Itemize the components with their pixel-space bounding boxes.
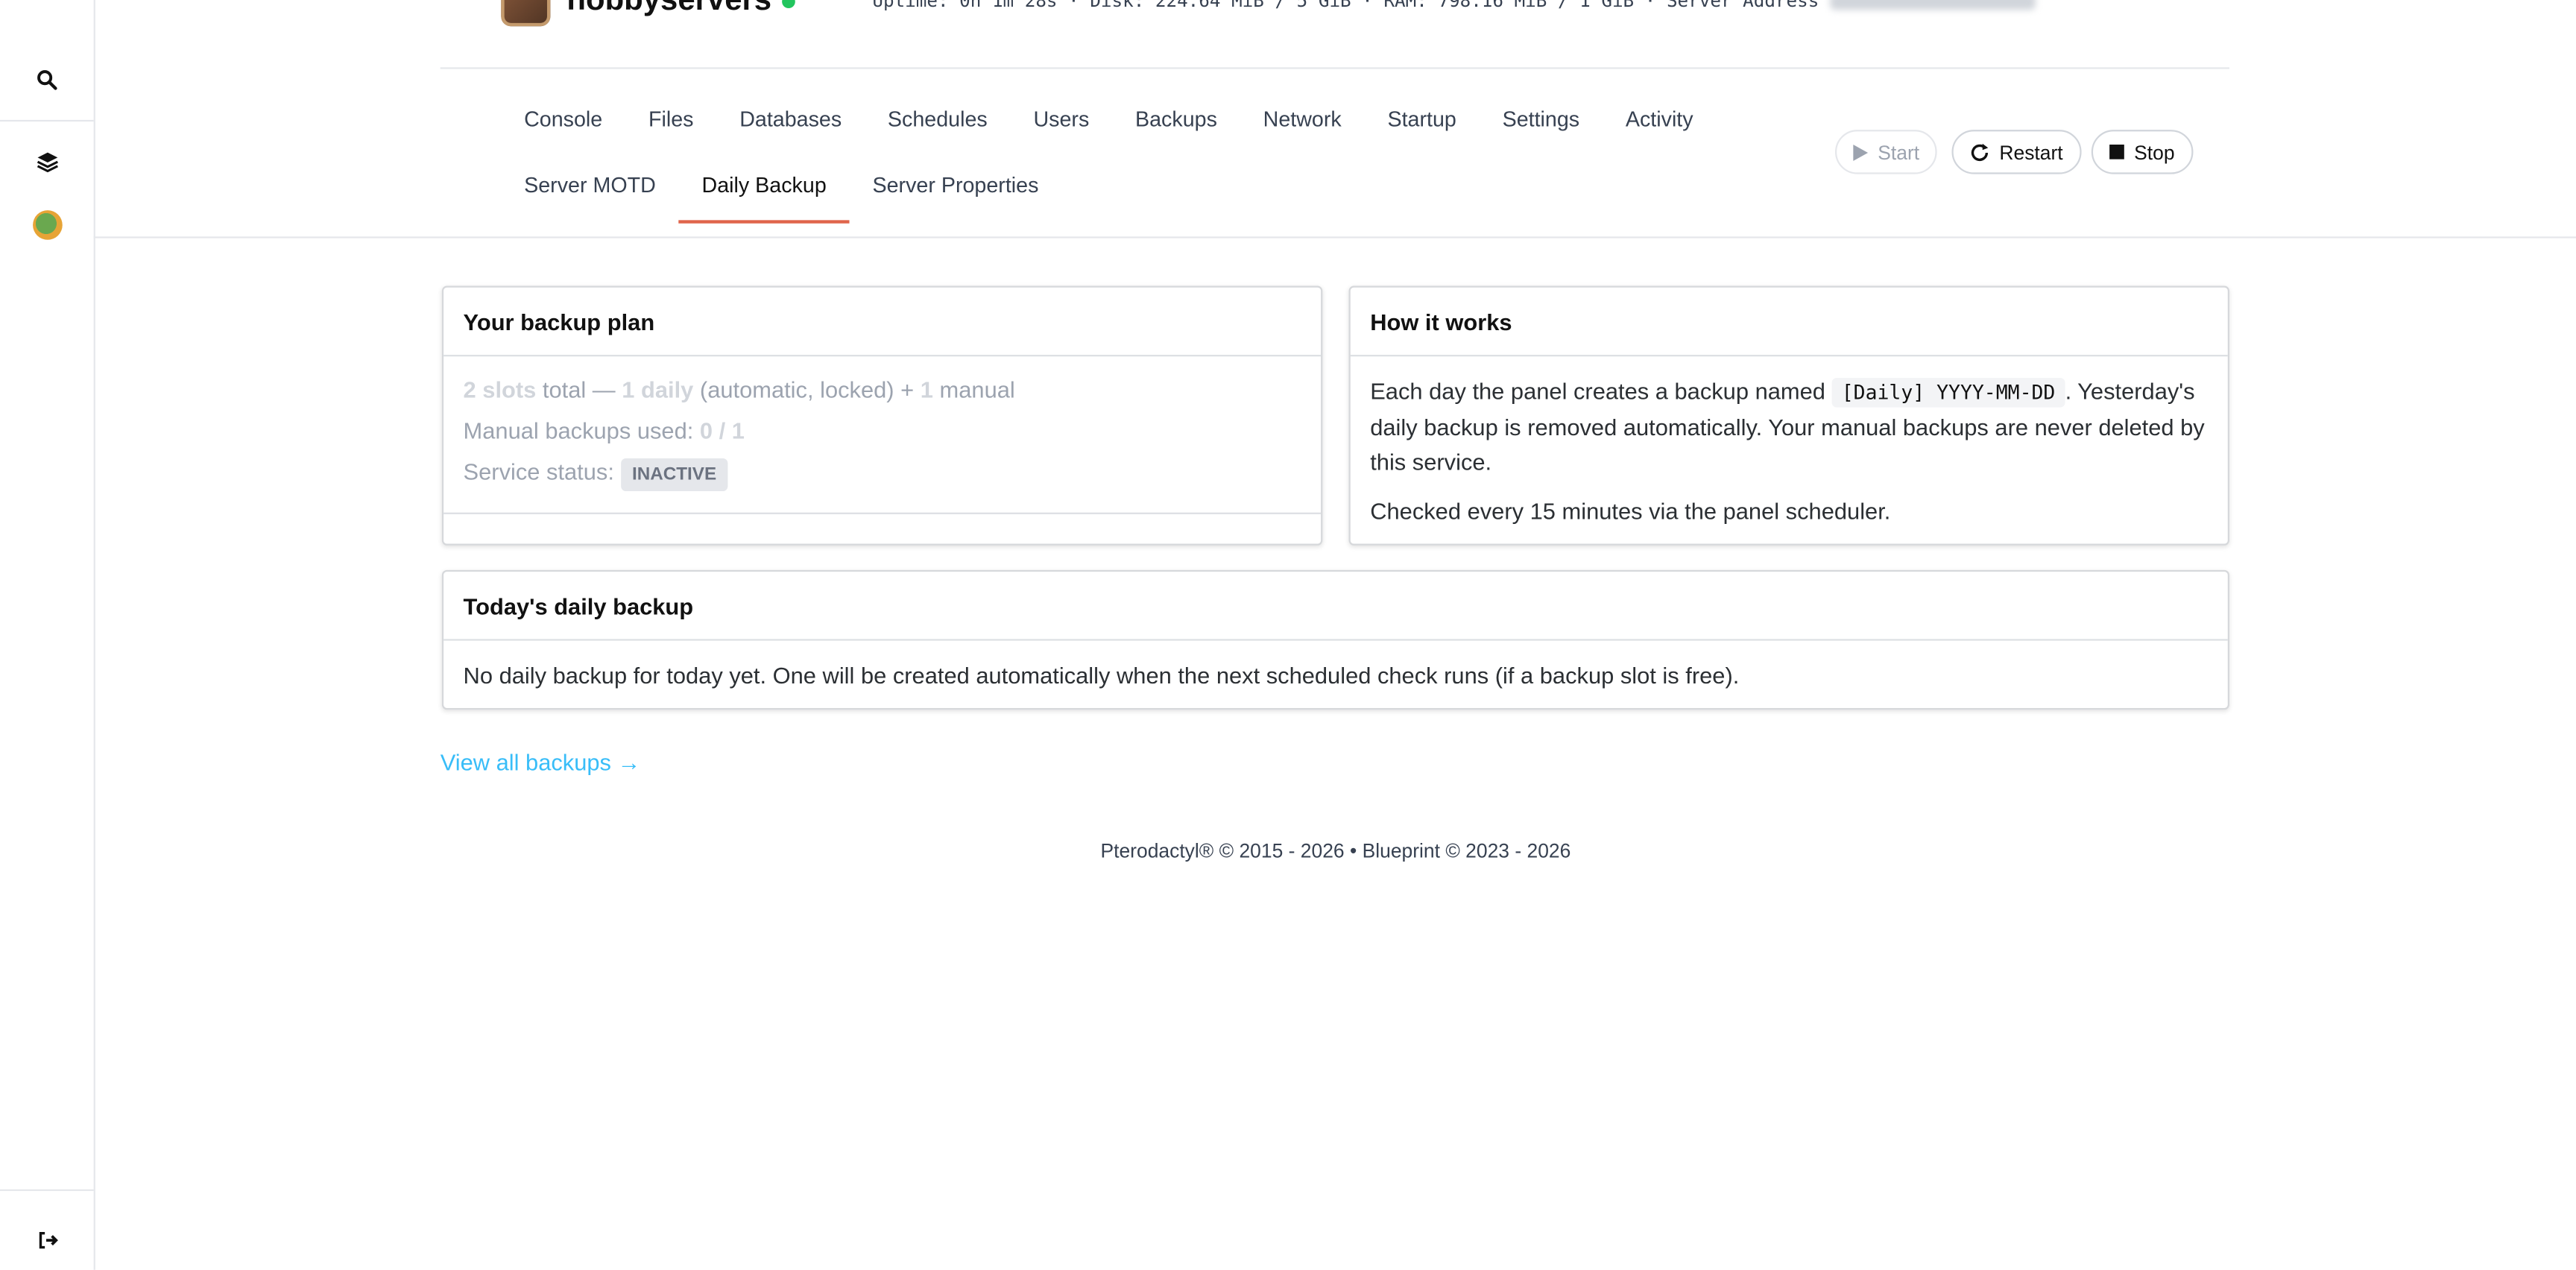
server-icon [501,0,551,27]
restart-icon [1971,142,1989,160]
logout-icon[interactable] [0,1224,94,1257]
plan-used-value: 0 / 1 [699,417,745,444]
status-online-indicator [781,0,795,9]
tab-server-properties[interactable]: Server Properties [850,169,1062,202]
server-header: hobbyservers [501,0,795,27]
tab-backups[interactable]: Backups [1112,104,1240,136]
plan-used-label: Manual backups used: [463,417,694,444]
status-badge: INACTIVE [620,458,728,492]
tab-startup[interactable]: Startup [1365,104,1480,136]
how-it-works-title: How it works [1350,288,2228,357]
stop-button[interactable]: Stop [2091,130,2193,174]
sidebar [0,0,95,1270]
backup-plan-body: 2 slots total — 1 daily (automatic, lock… [443,356,1321,511]
how-it-works-card: How it works Each day the panel creates … [1348,285,2229,549]
how-it-works-text: Each day the panel creates a backup name… [1370,375,2208,480]
tab-activity[interactable]: Activity [1603,104,1716,136]
tab-files[interactable]: Files [625,104,716,136]
stop-icon [2109,144,2124,159]
plan-slots: 2 slots [463,376,537,403]
backup-plan-title: Your backup plan [443,288,1322,357]
server-name: hobbyservers [566,0,772,19]
tab-databases[interactable]: Databases [716,104,865,136]
start-button[interactable]: Start [1834,130,1938,174]
sidebar-divider [0,1189,94,1191]
daily-backup-name-code: [Daily] YYYY-MM-DD [1831,377,2065,408]
header-divider [440,67,2229,69]
tab-users[interactable]: Users [1011,104,1113,136]
layers-icon[interactable] [0,145,94,177]
plan-card-footer-divider [443,512,1322,514]
stop-button-label: Stop [2134,140,2175,164]
tab-network[interactable]: Network [1240,104,1365,136]
search-icon[interactable] [0,63,94,95]
play-icon [1853,143,1869,160]
how-text-before: Each day the panel creates a backup name… [1370,377,1825,405]
restart-button[interactable]: Restart [1951,130,2081,174]
plan-daily-desc: (automatic, locked) + [699,376,915,403]
nav-divider [93,236,2576,238]
plan-manual-count: 1 [920,376,933,403]
tabs-row-secondary: Server MOTD Daily Backup Server Properti… [501,169,1062,224]
tab-server-motd[interactable]: Server MOTD [501,169,678,202]
avatar-icon[interactable] [0,209,94,241]
today-backup-title: Today's daily backup [443,572,2228,641]
plan-slots-line: 2 slots total — 1 daily (automatic, lock… [464,373,1301,405]
server-stats-text: Uptime: 0h 1m 28s · Disk: 224.64 MiB / 5… [872,0,1819,12]
how-it-works-note: Checked every 15 minutes via the panel s… [1370,497,1891,525]
today-backup-text: No daily backup for today yet. One will … [463,662,1740,689]
plan-used-line: Manual backups used: 0 / 1 [464,414,1301,446]
footer-copyright: Pterodactyl® © 2015 - 2026 • Blueprint ©… [1100,839,1571,863]
plan-status-label: Service status: [463,458,614,485]
plan-manual-label: manual [939,376,1015,403]
start-button-label: Start [1878,140,1920,164]
server-stats: Uptime: 0h 1m 28s · Disk: 224.64 MiB / 5… [872,0,2036,12]
view-all-backups-link[interactable]: View all backups → [441,749,641,775]
tab-settings[interactable]: Settings [1480,104,1603,136]
tab-schedules[interactable]: Schedules [865,104,1011,136]
server-address-redacted [1829,0,2036,10]
tab-daily-backup[interactable]: Daily Backup [678,169,850,224]
backup-plan-card: Your backup plan 2 slots total — 1 daily… [441,285,1323,546]
restart-button-label: Restart [1999,140,2063,164]
tab-console[interactable]: Console [501,104,625,136]
sidebar-divider [0,119,94,122]
today-backup-card: Today's daily backup No daily backup for… [441,569,2229,710]
plan-status-line: Service status: INACTIVE [463,455,1301,492]
tabs-row-primary: Console Files Databases Schedules Users … [501,104,1716,136]
plan-total-label: total — [542,376,616,403]
how-it-works-body: Each day the panel creates a backup name… [1351,356,2228,549]
plan-daily: 1 daily [622,376,694,403]
